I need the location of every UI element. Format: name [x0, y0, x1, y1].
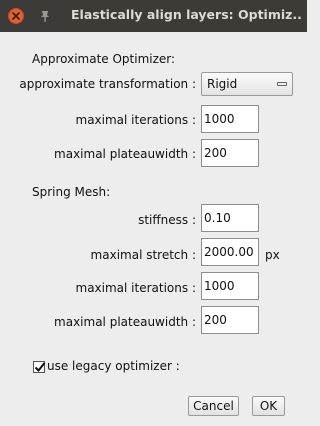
approximate-transformation-label: approximate transformation : [19, 77, 196, 91]
maximal-stretch-label: maximal stretch : [90, 248, 196, 262]
checkmark-icon [34, 362, 46, 372]
use-legacy-optimizer-checkbox[interactable] [33, 361, 46, 373]
maximal-stretch-input[interactable] [201, 238, 259, 266]
approximate-optimizer-heading: Approximate Optimizer: [32, 52, 176, 66]
approximate-iterations-input[interactable] [201, 105, 259, 133]
approximate-plateau-input[interactable] [201, 139, 259, 167]
approximate-plateau-label: maximal plateauwidth : [54, 147, 196, 161]
pin-icon[interactable] [38, 9, 52, 23]
stiffness-label: stiffness : [138, 213, 196, 227]
spring-iterations-input[interactable] [201, 272, 259, 300]
dialog-window: Elastically align layers: Optimiz... App… [0, 0, 307, 426]
use-legacy-optimizer-label: use legacy optimizer : [47, 359, 180, 373]
spring-mesh-heading: Spring Mesh: [32, 185, 111, 199]
spring-plateau-input[interactable] [201, 306, 259, 334]
close-icon [12, 12, 20, 20]
spring-iterations-label: maximal iterations : [75, 281, 196, 295]
ok-button[interactable]: OK [252, 396, 285, 416]
stiffness-input[interactable] [201, 204, 259, 232]
title-bar[interactable]: Elastically align layers: Optimiz... [0, 0, 307, 32]
approximate-transformation-select[interactable]: Rigid [201, 72, 293, 96]
window-title: Elastically align layers: Optimiz... [71, 7, 303, 22]
cancel-button[interactable]: Cancel [188, 396, 239, 416]
approximate-transformation-value: Rigid [207, 77, 238, 91]
approximate-iterations-label: maximal iterations : [75, 113, 196, 127]
spring-plateau-label: maximal plateauwidth : [54, 315, 196, 329]
stretch-unit-label: px [265, 248, 280, 262]
dropdown-arrow-icon [277, 82, 287, 86]
close-button[interactable] [8, 8, 24, 24]
